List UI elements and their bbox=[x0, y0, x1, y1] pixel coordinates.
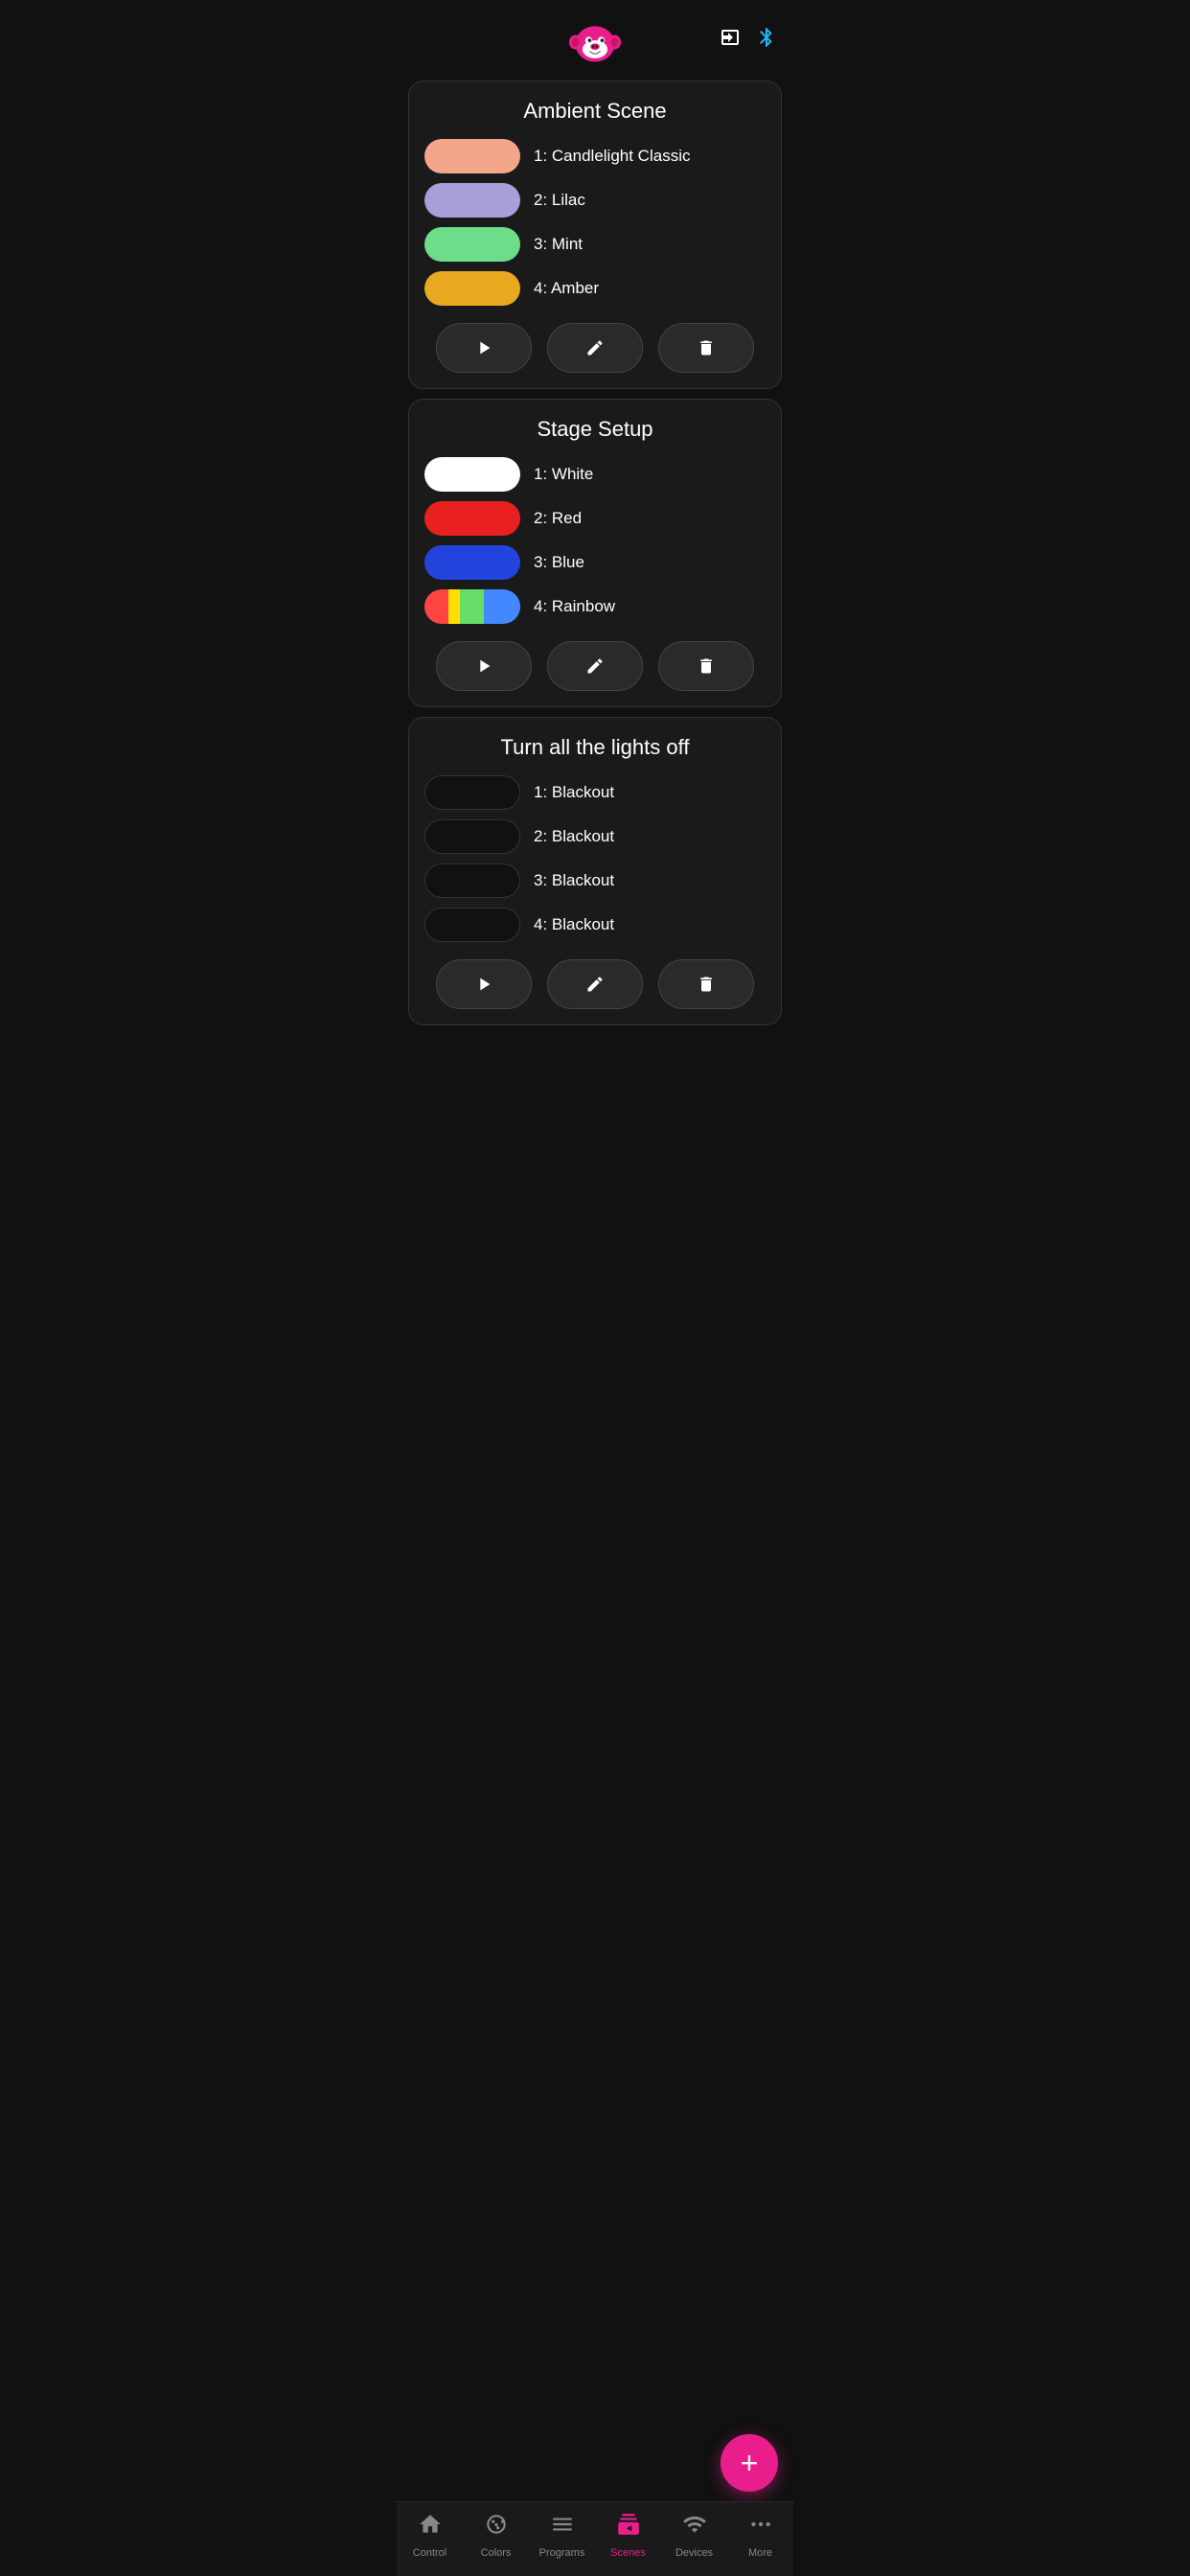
scene-title-ambient: Ambient Scene bbox=[424, 99, 766, 124]
devices-tab-icon bbox=[682, 2512, 707, 2543]
delete-scene-button-ambient[interactable] bbox=[658, 323, 754, 373]
scene-title-stage: Stage Setup bbox=[424, 417, 766, 442]
add-scene-button[interactable]: + bbox=[721, 2434, 778, 2492]
color-swatch bbox=[424, 227, 520, 262]
colors-tab-icon bbox=[484, 2512, 509, 2543]
scenes-list: Ambient Scene 1: Candlelight Classic 2: Li… bbox=[397, 80, 793, 1112]
list-item: 4: Rainbow bbox=[424, 589, 766, 624]
header bbox=[397, 0, 793, 80]
tab-programs[interactable]: Programs bbox=[529, 2512, 595, 2559]
play-scene-button-stage[interactable] bbox=[436, 641, 532, 691]
color-swatch bbox=[424, 183, 520, 218]
color-label: 4: Rainbow bbox=[534, 597, 615, 616]
scene-actions-blackout bbox=[424, 959, 766, 1009]
color-swatch bbox=[424, 863, 520, 898]
tab-devices[interactable]: Devices bbox=[661, 2512, 727, 2559]
color-swatch bbox=[424, 271, 520, 306]
edit-scene-button-stage[interactable] bbox=[547, 641, 643, 691]
more-tab-icon bbox=[748, 2512, 773, 2543]
color-label: 4: Blackout bbox=[534, 915, 614, 934]
tab-colors[interactable]: Colors bbox=[463, 2512, 529, 2559]
bluetooth-icon[interactable] bbox=[755, 26, 778, 55]
programs-tab-label: Programs bbox=[539, 2547, 585, 2559]
tab-scenes[interactable]: Scenes bbox=[595, 2512, 661, 2559]
tab-more[interactable]: More bbox=[727, 2512, 793, 2559]
color-label: 3: Blackout bbox=[534, 871, 614, 890]
scene-card-blackout: Turn all the lights off 1: Blackout 2: Bla… bbox=[408, 717, 782, 1025]
color-label: 2: Red bbox=[534, 509, 582, 528]
edit-scene-button-ambient[interactable] bbox=[547, 323, 643, 373]
color-label: 1: White bbox=[534, 465, 593, 484]
control-tab-icon bbox=[418, 2512, 443, 2543]
color-swatch bbox=[424, 545, 520, 580]
login-icon[interactable] bbox=[719, 26, 742, 55]
list-item: 2: Red bbox=[424, 501, 766, 536]
color-swatch bbox=[424, 819, 520, 854]
color-list-blackout: 1: Blackout 2: Blackout 3: Blackout 4: Blac… bbox=[424, 775, 766, 942]
delete-scene-button-blackout[interactable] bbox=[658, 959, 754, 1009]
color-swatch bbox=[424, 501, 520, 536]
color-swatch bbox=[424, 908, 520, 942]
color-label: 2: Blackout bbox=[534, 827, 614, 846]
scene-actions-ambient bbox=[424, 323, 766, 373]
color-label: 3: Mint bbox=[534, 235, 583, 254]
color-swatch bbox=[424, 139, 520, 173]
color-label: 1: Blackout bbox=[534, 783, 614, 802]
color-list-ambient: 1: Candlelight Classic 2: Lilac 3: Mint 4: … bbox=[424, 139, 766, 306]
scene-card-ambient: Ambient Scene 1: Candlelight Classic 2: Li… bbox=[408, 80, 782, 389]
list-item: 1: White bbox=[424, 457, 766, 492]
tab-control[interactable]: Control bbox=[397, 2512, 463, 2559]
scenes-tab-label: Scenes bbox=[610, 2547, 646, 2559]
delete-scene-button-stage[interactable] bbox=[658, 641, 754, 691]
color-label: 3: Blue bbox=[534, 553, 584, 572]
color-swatch bbox=[424, 775, 520, 810]
list-item: 3: Blue bbox=[424, 545, 766, 580]
color-label: 2: Lilac bbox=[534, 191, 585, 210]
scene-card-stage: Stage Setup 1: White 2: Red 3: Blue 4: Rainb… bbox=[408, 399, 782, 707]
color-label: 4: Amber bbox=[534, 279, 599, 298]
color-label: 1: Candlelight Classic bbox=[534, 147, 690, 166]
colors-tab-label: Colors bbox=[481, 2547, 512, 2559]
scene-actions-stage bbox=[424, 641, 766, 691]
play-scene-button-ambient[interactable] bbox=[436, 323, 532, 373]
more-tab-label: More bbox=[748, 2547, 772, 2559]
list-item: 4: Blackout bbox=[424, 908, 766, 942]
edit-scene-button-blackout[interactable] bbox=[547, 959, 643, 1009]
programs-tab-icon bbox=[550, 2512, 575, 2543]
scenes-tab-icon bbox=[616, 2512, 641, 2543]
color-swatch bbox=[424, 457, 520, 492]
color-list-stage: 1: White 2: Red 3: Blue 4: Rainbow bbox=[424, 457, 766, 624]
app-logo bbox=[568, 15, 622, 69]
control-tab-label: Control bbox=[413, 2547, 446, 2559]
list-item: 1: Candlelight Classic bbox=[424, 139, 766, 173]
devices-tab-label: Devices bbox=[675, 2547, 713, 2559]
list-item: 2: Lilac bbox=[424, 183, 766, 218]
list-item: 2: Blackout bbox=[424, 819, 766, 854]
header-icons bbox=[719, 26, 778, 55]
list-item: 3: Blackout bbox=[424, 863, 766, 898]
scene-title-blackout: Turn all the lights off bbox=[424, 735, 766, 760]
tab-bar: Control Colors Programs Scenes Devices More bbox=[397, 2501, 793, 2576]
list-item: 1: Blackout bbox=[424, 775, 766, 810]
play-scene-button-blackout[interactable] bbox=[436, 959, 532, 1009]
color-swatch bbox=[424, 589, 520, 624]
list-item: 3: Mint bbox=[424, 227, 766, 262]
list-item: 4: Amber bbox=[424, 271, 766, 306]
